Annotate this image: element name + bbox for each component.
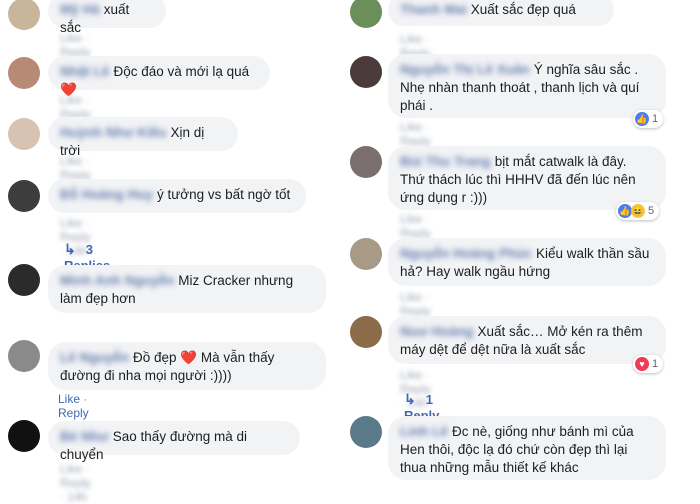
reaction-count[interactable]: 👍 1 — [633, 110, 664, 128]
commenter-name[interactable]: Linh Lê — [400, 423, 448, 441]
comment-bubble: Đỗ Hoàng Huy ý tưởng vs bất ngờ tốt — [48, 179, 306, 213]
avatar[interactable] — [8, 180, 40, 212]
avatar[interactable] — [350, 316, 382, 348]
comment-bubble: Huỳnh Như Kiều Xịn dị trời — [48, 117, 238, 158]
commenter-name[interactable]: Nhật Lê — [60, 63, 110, 81]
comment-text: Xuất sắc đẹp quá — [470, 2, 576, 17]
commenter-name[interactable]: Lê Nguyễn — [60, 349, 129, 367]
heart-icon: ❤️ — [180, 350, 198, 365]
comment-bubble: Mỹ Hà xuất sắc — [48, 0, 166, 35]
commenter-name[interactable]: Thanh Mai — [400, 1, 467, 19]
avatar[interactable] — [8, 264, 40, 296]
avatar[interactable] — [8, 118, 40, 150]
haha-icon: 😆 — [631, 204, 645, 218]
commenter-name[interactable]: Minh Anh Nguyễn — [60, 272, 174, 290]
commenter-name[interactable]: Nguyễn Hoàng Phúc — [400, 245, 532, 263]
reaction-count[interactable]: ♥ 1 — [633, 355, 664, 373]
comment-bubble: Nguyễn Hoàng Phúc Kiểu walk thần sầu hả? … — [388, 238, 666, 286]
avatar[interactable] — [350, 146, 382, 178]
comment-text: Độc đáo và mới lạ quá — [113, 64, 250, 79]
reply-arrow-icon: ↳ — [404, 391, 416, 407]
avatar[interactable] — [8, 0, 40, 30]
reaction-count[interactable]: 👍 😆 5 — [616, 202, 660, 220]
comment-bubble: Minh Anh Nguyễn Miz Cracker nhưng làm đẹp… — [48, 265, 326, 313]
comment-bubble: Lê Nguyễn Đồ đẹp ❤️ Mà vẫn thấy đường đi … — [48, 342, 326, 390]
comment-actions[interactable]: Like · Reply · 14h — [60, 462, 91, 504]
avatar[interactable] — [350, 56, 382, 88]
commenter-name[interactable]: Mỹ Hà — [60, 1, 100, 19]
commenter-name[interactable]: Bùi Thu Trang — [400, 153, 491, 171]
avatar[interactable] — [8, 57, 40, 89]
commenter-name[interactable]: Nguyễn Thị Lê Xuân — [400, 61, 530, 79]
comment-bubble: Nuư Hoàng Xuất sắc… Mở kén ra thêm máy dệ… — [388, 316, 666, 364]
comment-bubble: Linh Lê Đc nè, giống như bánh mì của Hen … — [388, 416, 666, 480]
comment-bubble: Thanh Mai Xuất sắc đẹp quá — [388, 0, 614, 26]
avatar[interactable] — [350, 416, 382, 448]
comment-bubble: Bé Như Sao thấy đường mà di chuyển — [48, 421, 300, 462]
like-link[interactable]: Like — [58, 392, 80, 406]
comment-bubble: Nhật Lê Độc đáo và mới lạ quá ❤️ — [48, 56, 270, 97]
comment-text: Đồ đẹp — [133, 350, 181, 365]
comment-bubble: Nguyễn Thị Lê Xuân Ý nghĩa sâu sắc . Nhẹ … — [388, 54, 666, 118]
avatar[interactable] — [8, 420, 40, 452]
commenter-name[interactable]: Đỗ Hoàng Huy — [60, 186, 153, 204]
like-icon: 👍 — [635, 112, 649, 126]
avatar[interactable] — [350, 238, 382, 270]
avatar[interactable] — [8, 340, 40, 372]
reply-link[interactable]: Reply — [58, 406, 89, 420]
avatar[interactable] — [350, 0, 382, 28]
commenter-name[interactable]: Nuư Hoàng — [400, 323, 474, 341]
like-icon: 👍 — [618, 204, 632, 218]
commenter-name[interactable]: Huỳnh Như Kiều — [60, 124, 167, 142]
comment-text: ý tưởng vs bất ngờ tốt — [157, 187, 291, 202]
comment-bubble: Bùi Thu Trang bịt mắt catwalk là đây. Thứ… — [388, 146, 666, 210]
commenter-name[interactable]: Bé Như — [60, 428, 109, 446]
heart-reaction-icon: ♥ — [635, 357, 649, 371]
reply-arrow-icon: ↳ — [64, 241, 76, 257]
